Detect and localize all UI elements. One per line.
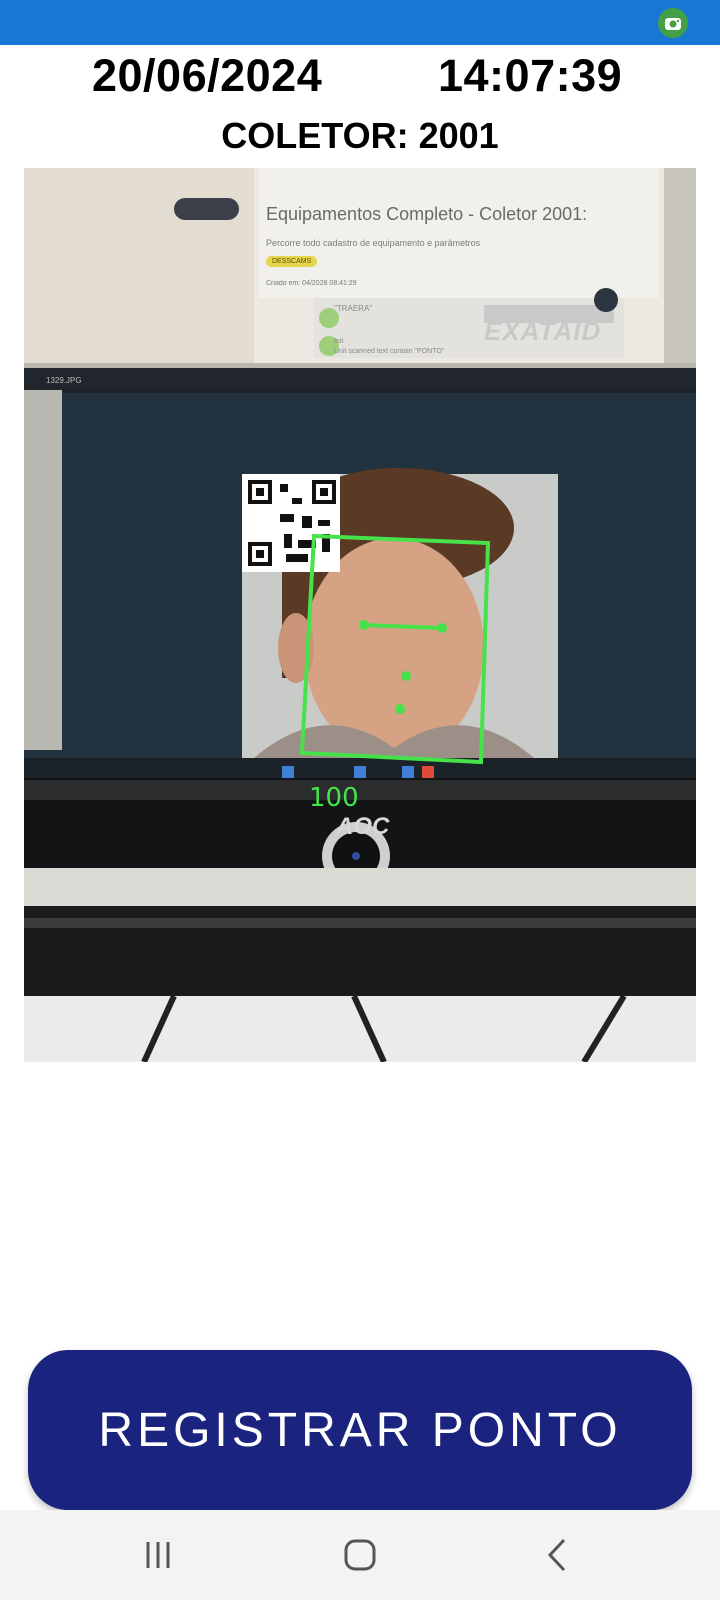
navigation-bar	[0, 1510, 720, 1600]
camera-preview: Equipamentos Completo - Coletor 2001: Pe…	[24, 168, 696, 1062]
datetime-header: 20/06/2024 14:07:39	[0, 50, 720, 110]
collector-label: COLETOR: 2001	[221, 115, 499, 156]
screen-brand-logo: EXATAID	[484, 316, 602, 346]
status-bar	[0, 0, 720, 45]
screen-row: Unit scanned text contain "PONTO"	[334, 348, 445, 355]
camera-icon	[658, 8, 688, 38]
monitor-brand-logo: AOC	[336, 813, 390, 840]
date-label: 20/06/2024	[92, 50, 323, 101]
face-score-label: 100	[309, 783, 359, 813]
screen-subtitle: Percorre todo cadastro de equipamento e …	[266, 238, 481, 248]
taskbar-filename: 1329.JPG	[46, 376, 82, 385]
screen-row: "TRAERA"	[334, 304, 373, 313]
register-point-button[interactable]: REGISTRAR PONTO	[28, 1350, 692, 1510]
screen-tag: DESSCAMS	[266, 256, 318, 267]
screen-row: Criado em: 04/2028 08:41:29	[266, 280, 357, 287]
back-icon[interactable]	[530, 1530, 590, 1580]
recents-icon[interactable]	[130, 1530, 190, 1580]
screen-row: Init	[334, 338, 344, 345]
time-label: 14:07:39	[438, 50, 623, 101]
screen-heading: Equipamentos Completo - Coletor 2001:	[266, 204, 588, 224]
home-icon[interactable]	[330, 1530, 390, 1580]
